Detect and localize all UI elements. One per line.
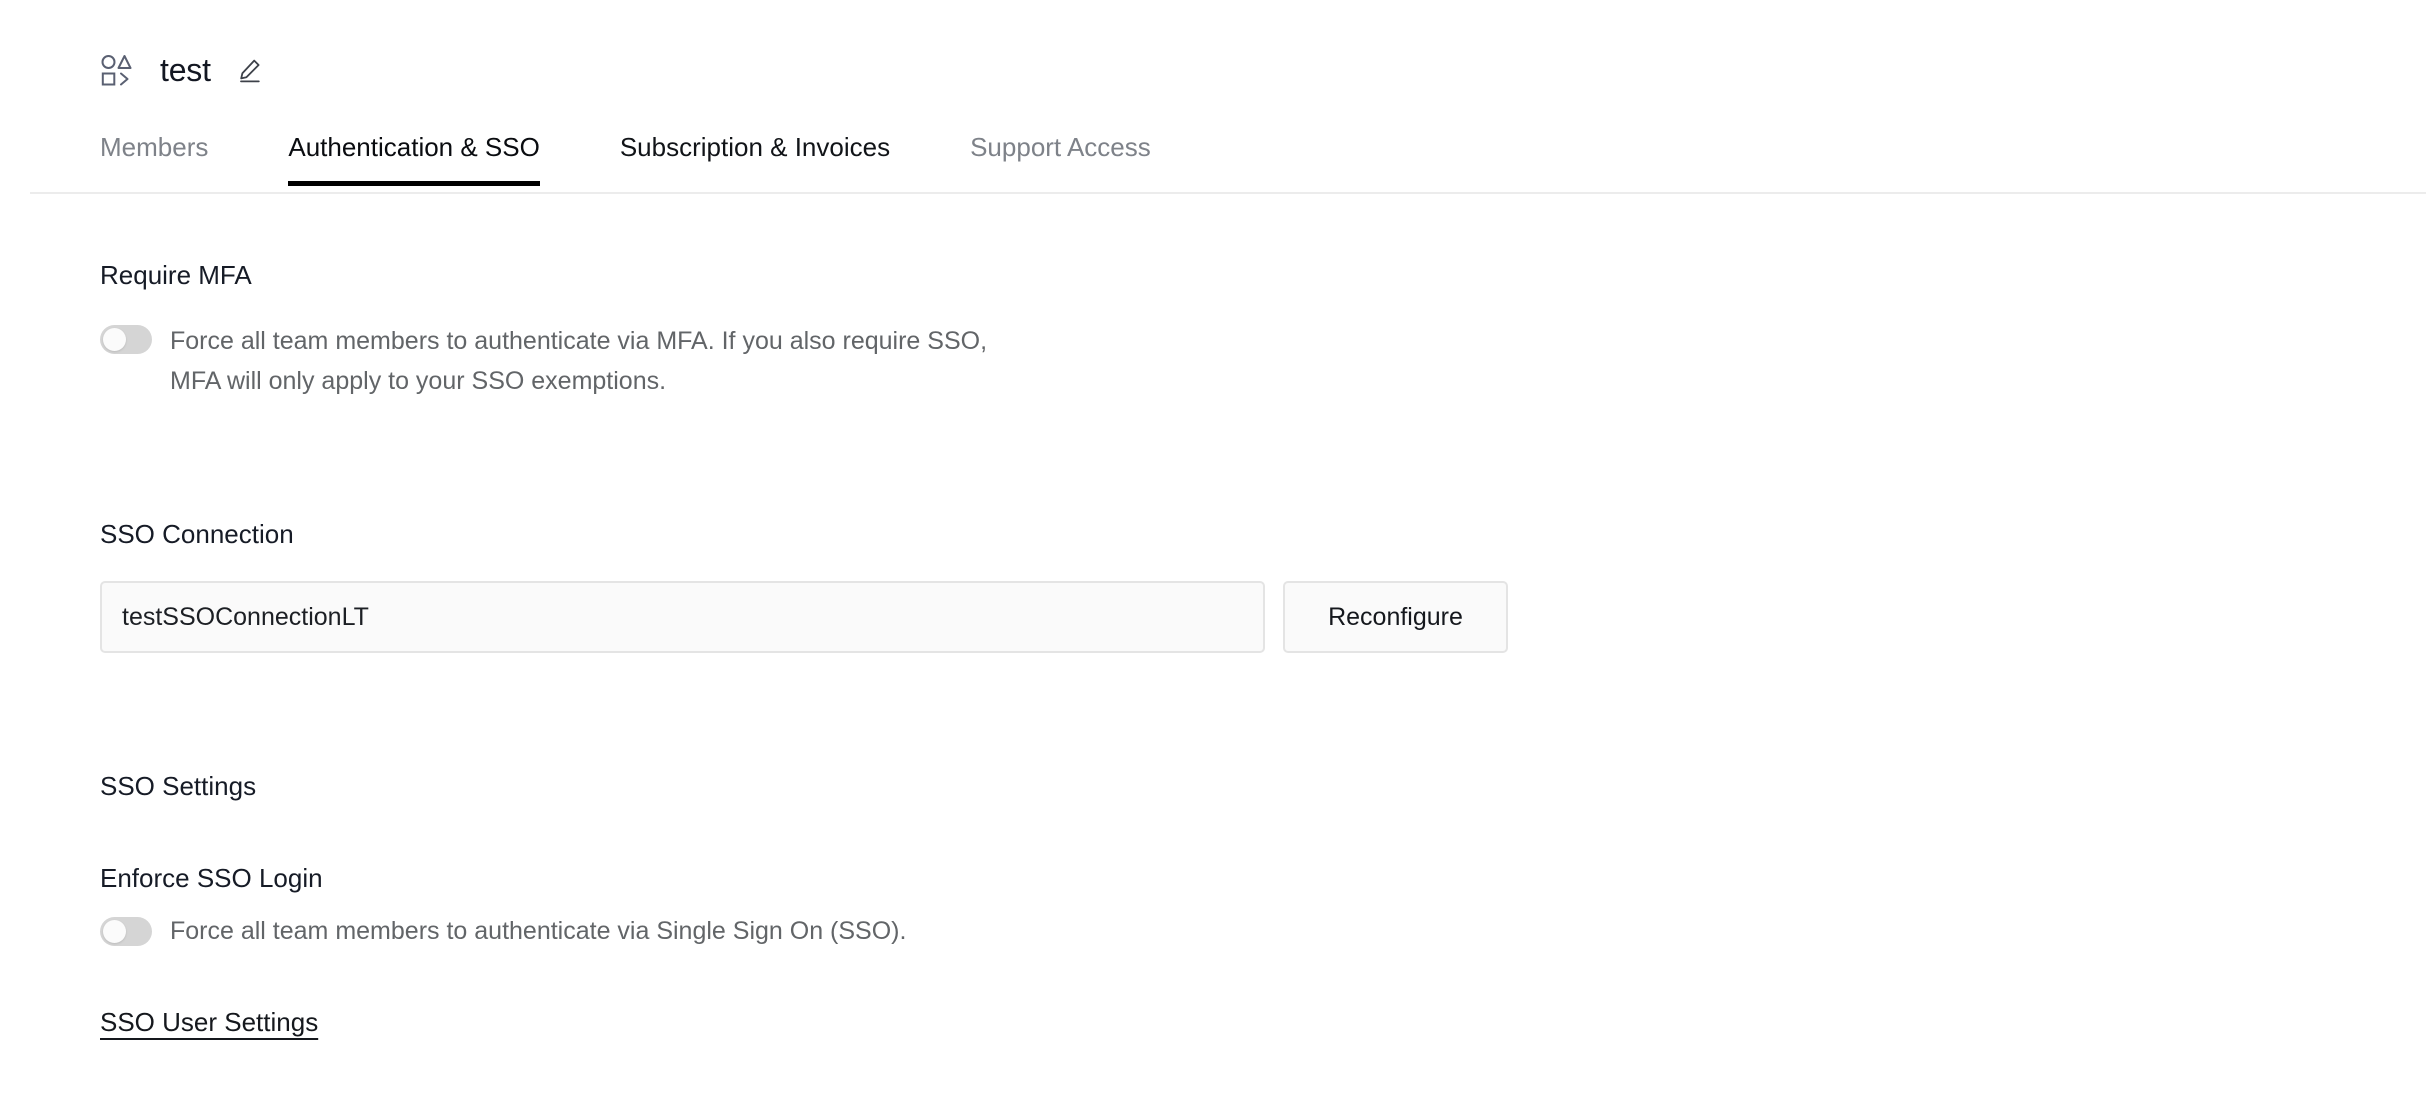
require-mfa-heading: Require MFA	[100, 260, 252, 290]
page-header: test	[0, 0, 2426, 92]
sso-connection-input[interactable]	[100, 581, 1265, 653]
reconfigure-button[interactable]: Reconfigure	[1283, 581, 1508, 653]
settings-page: test Members Authentication & SSO Subscr…	[0, 0, 2426, 1120]
tab-panel-authentication-sso: Require MFA Force all team members to au…	[0, 262, 2426, 1036]
require-mfa-section: Require MFA Force all team members to au…	[100, 262, 2426, 401]
tab-members[interactable]: Members	[100, 122, 208, 186]
toggle-knob	[103, 920, 126, 944]
tab-subscription-invoices[interactable]: Subscription & Invoices	[620, 122, 890, 186]
sso-connection-section: SSO Connection Reconfigure	[100, 521, 2426, 653]
enforce-sso-login-heading: Enforce SSO Login	[100, 863, 323, 893]
sso-settings-heading: SSO Settings	[100, 771, 257, 801]
enforce-sso-login-section: Enforce SSO Login Force all team members…	[100, 865, 2426, 947]
enforce-sso-login-toggle[interactable]	[100, 917, 152, 947]
require-mfa-row: Force all team members to authenticate v…	[100, 321, 2426, 401]
org-shapes-icon	[100, 53, 134, 87]
require-mfa-toggle[interactable]	[100, 325, 152, 354]
tab-support-access[interactable]: Support Access	[970, 122, 1151, 186]
tab-bar-divider	[30, 192, 2426, 194]
enforce-sso-login-description: Force all team members to authenticate v…	[170, 917, 907, 945]
require-mfa-description-line-1: Force all team members to authenticate v…	[170, 327, 988, 355]
enforce-sso-login-row: Force all team members to authenticate v…	[100, 916, 2426, 947]
require-mfa-description-line-2: MFA will only apply to your SSO exemptio…	[170, 367, 667, 395]
require-mfa-description: Force all team members to authenticate v…	[170, 321, 987, 401]
sso-user-settings-link[interactable]: SSO User Settings	[100, 1009, 318, 1035]
tab-bar: Members Authentication & SSO Subscriptio…	[0, 122, 2426, 194]
sso-connection-row: Reconfigure	[100, 581, 2426, 653]
pencil-edit-icon[interactable]	[237, 57, 263, 83]
toggle-knob	[103, 328, 126, 351]
tab-authentication-sso[interactable]: Authentication & SSO	[288, 122, 541, 186]
sso-connection-heading: SSO Connection	[100, 519, 294, 549]
sso-settings-section: SSO Settings Enforce SSO Login Force all…	[100, 773, 2426, 1036]
page-title: test	[160, 52, 211, 88]
